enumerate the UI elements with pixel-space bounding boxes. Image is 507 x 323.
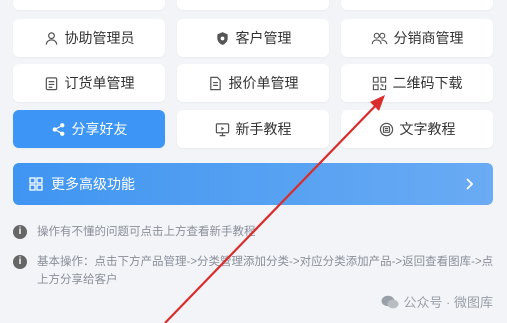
qrcode-icon [372, 76, 386, 90]
share-friends-button[interactable]: 分享好友 [13, 110, 165, 148]
beginner-tutorial-button[interactable]: 新手教程 [177, 110, 329, 148]
more-features-label: 更多高级功能 [51, 176, 135, 192]
users-icon [371, 32, 387, 44]
customer-management-button[interactable]: 客户管理 [177, 19, 329, 57]
user-icon [45, 31, 57, 45]
button-label: 二维码下载 [392, 75, 463, 91]
tip-basic-operation: i 基本操作：点击下方产品管理->分类管理添加分类->对应分类添加产品->返回查… [13, 253, 498, 289]
button-label: 订货单管理 [64, 75, 135, 91]
watermark: 公众号 · 微图库 [381, 292, 493, 311]
button-label: 文字教程 [399, 121, 456, 137]
button-label: 新手教程 [235, 121, 292, 137]
clipboard-icon [45, 76, 57, 90]
assistant-admin-button[interactable]: 协助管理员 [13, 19, 165, 57]
distributor-management-button[interactable]: 分销商管理 [341, 19, 493, 57]
button-label: 分享好友 [71, 121, 128, 137]
chevron-right-icon [466, 178, 474, 190]
top-button-2[interactable] [177, 0, 329, 10]
text-tutorial-button[interactable]: 文字教程 [341, 110, 493, 148]
top-button-1[interactable] [13, 0, 165, 10]
wechat-icon [381, 295, 399, 308]
quotation-management-button[interactable]: 报价单管理 [177, 64, 329, 102]
qrcode-download-button[interactable]: 二维码下载 [341, 64, 493, 102]
info-icon: i [13, 225, 27, 239]
button-label: 分销商管理 [393, 30, 464, 46]
tip-text: 基本操作：点击下方产品管理->分类管理添加分类->对应分类添加产品->返回查看图… [37, 256, 494, 286]
grid-icon [29, 177, 43, 191]
button-label: 客户管理 [235, 30, 292, 46]
button-label: 协助管理员 [64, 30, 135, 46]
document-icon [209, 76, 221, 90]
button-label: 报价单管理 [228, 75, 299, 91]
text-circle-icon [379, 122, 393, 136]
more-features-bar[interactable]: 更多高级功能 [13, 163, 493, 205]
order-management-button[interactable]: 订货单管理 [13, 64, 165, 102]
tip-text: 操作有不懂的问题可点击上方查看新手教程 [37, 226, 256, 238]
share-icon [52, 122, 64, 136]
shield-icon [216, 31, 228, 45]
top-button-3[interactable] [341, 0, 493, 10]
watermark-text: 公众号 · 微图库 [403, 295, 493, 310]
monitor-icon [215, 122, 229, 136]
tip-tutorial: i 操作有不懂的问题可点击上方查看新手教程 [13, 223, 493, 241]
info-icon: i [13, 255, 27, 269]
